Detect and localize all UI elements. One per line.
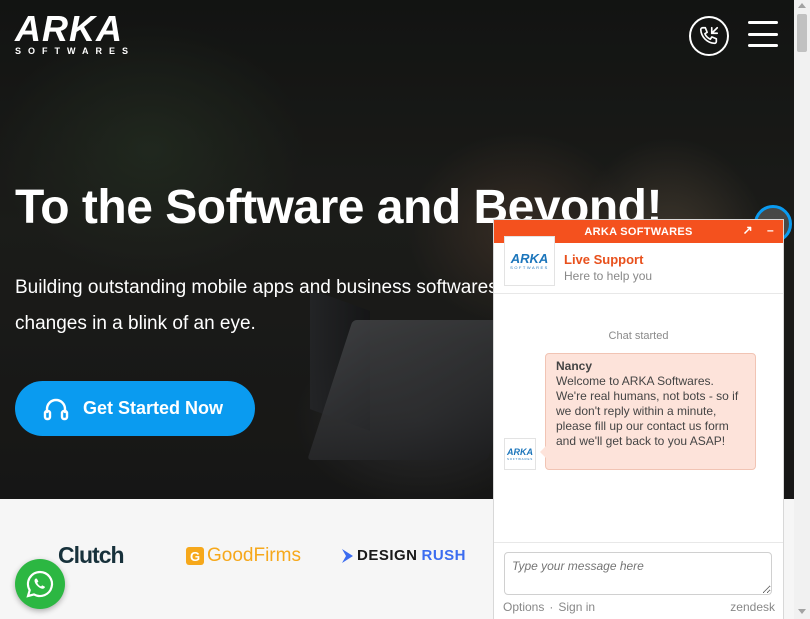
logo-mark: ARKA xyxy=(15,8,123,49)
message-avatar-logo-sub: SOFTWARES xyxy=(506,456,534,461)
menu-line xyxy=(748,32,778,36)
menu-line xyxy=(748,44,778,47)
chat-message: Nancy Welcome to ARKA Softwares. We're r… xyxy=(540,353,756,470)
message-avatar-logo: ARKA xyxy=(507,446,533,457)
zendesk-brand[interactable]: zendesk xyxy=(730,600,775,614)
agent-avatar-logo-sub: SOFTWARES xyxy=(510,264,549,270)
message-sender: Nancy xyxy=(556,359,593,373)
whatsapp-button[interactable] xyxy=(15,559,65,609)
goodfirms-label: GoodFirms xyxy=(207,545,301,566)
scroll-down-arrow[interactable] xyxy=(798,609,806,614)
chat-footer: Options · Sign in zendesk xyxy=(503,600,775,614)
designrush-arrow-icon xyxy=(342,548,353,563)
message-text: Welcome to ARKA Softwares. We're real hu… xyxy=(556,374,739,448)
hamburger-icon[interactable] xyxy=(748,21,778,47)
clutch-logo: Clutch xyxy=(58,542,125,569)
headset-icon xyxy=(43,398,69,420)
get-started-label: Get Started Now xyxy=(83,398,224,418)
goodfirms-icon: G xyxy=(186,547,204,565)
site-logo[interactable]: ARKA SOFTWARES xyxy=(15,8,165,57)
chat-status: Chat started xyxy=(608,330,669,342)
whatsapp-icon xyxy=(26,570,54,598)
clutch-label: Clutch xyxy=(58,542,125,568)
phone-icon xyxy=(699,26,719,45)
get-started-button[interactable]: Get Started Now xyxy=(15,381,255,436)
menu-line xyxy=(748,21,778,24)
sign-in-link[interactable]: Sign in xyxy=(558,600,595,614)
scroll-up-arrow[interactable] xyxy=(798,3,806,8)
chat-message-input[interactable] xyxy=(504,552,772,595)
agent-avatar-logo: ARKA xyxy=(510,250,549,266)
agent-tagline: Here to help you xyxy=(564,269,653,283)
goodfirms-logo: G GoodFirms xyxy=(186,545,301,567)
page-scrollbar[interactable] xyxy=(794,0,810,619)
message-avatar: ARKA SOFTWARES xyxy=(504,438,536,470)
options-link[interactable]: Options xyxy=(503,600,544,614)
agent-avatar: ARKA SOFTWARES xyxy=(504,236,555,286)
hero-subtitle: Building outstanding mobile apps and bus… xyxy=(15,277,498,334)
chat-widget: ARKA SOFTWARES ↗ – ARKA SOFTWARES Live S… xyxy=(493,219,784,619)
chat-divider xyxy=(494,542,783,543)
designrush-label-rush: RUSH xyxy=(421,547,467,564)
call-button[interactable] xyxy=(689,16,729,56)
designrush-logo: DESIGN RUSH xyxy=(342,547,466,564)
agent-name: Live Support xyxy=(564,252,644,267)
scroll-thumb[interactable] xyxy=(797,14,807,52)
footer-separator: · xyxy=(549,600,554,614)
bubble-tail xyxy=(540,446,546,458)
designrush-label-design: DESIGN xyxy=(357,547,418,564)
logo-subtext: SOFTWARES xyxy=(15,46,136,56)
